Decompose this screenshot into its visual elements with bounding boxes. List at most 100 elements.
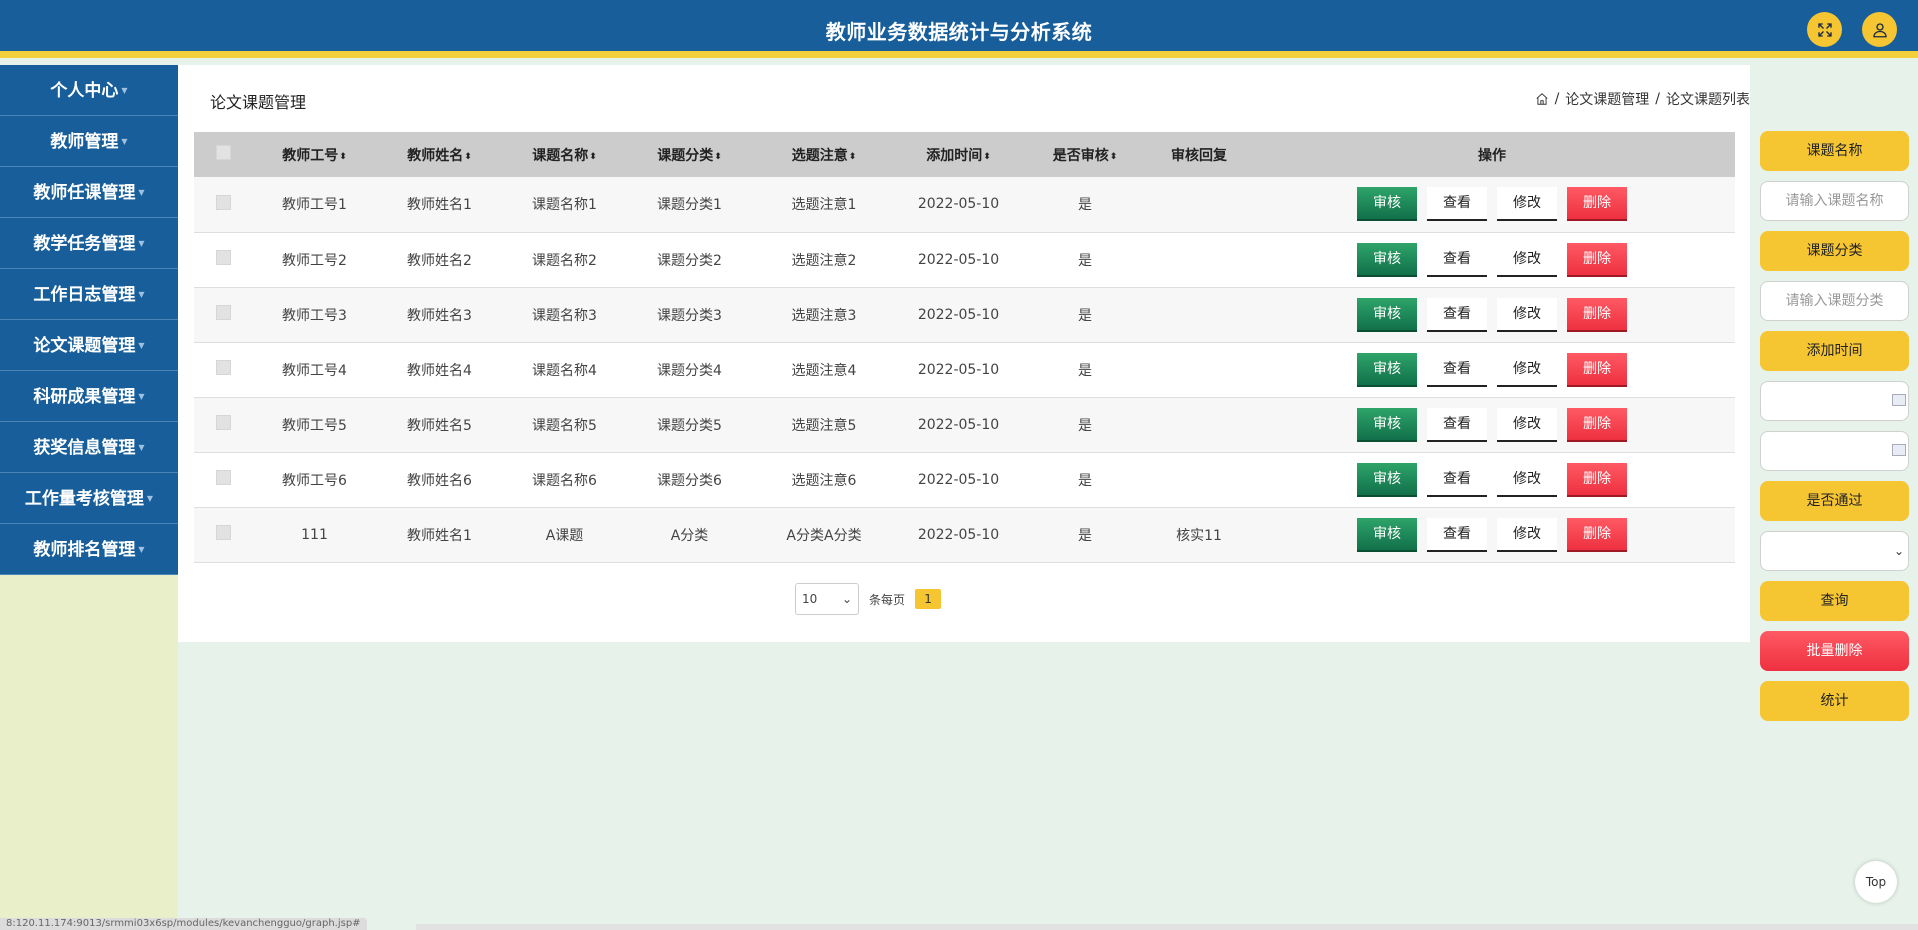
audit-button[interactable]: 审核 <box>1357 242 1417 277</box>
row-select-cell[interactable] <box>194 232 252 288</box>
row-actions: 审核 查看 修改 删除 <box>1249 507 1735 563</box>
edit-button[interactable]: 修改 <box>1497 462 1557 497</box>
sidebar-item-thesis-topic[interactable]: 论文课题管理 ▼ <box>0 320 178 371</box>
cell-note: 选题注意5 <box>752 397 896 453</box>
row-checkbox[interactable] <box>215 360 231 375</box>
page-title: 论文课题管理 <box>210 93 307 112</box>
sort-icon[interactable]: ⬍ <box>464 152 472 162</box>
page-size-select[interactable]: 10 ⌄ <box>795 583 859 615</box>
row-checkbox[interactable] <box>215 250 231 265</box>
col-label: 添加时间 <box>926 147 983 164</box>
sort-icon[interactable]: ⬍ <box>849 152 857 162</box>
cell-category: 课题分类3 <box>627 287 752 343</box>
row-checkbox[interactable] <box>215 415 231 430</box>
delete-button[interactable]: 删除 <box>1567 242 1627 277</box>
start-date-input[interactable] <box>1760 381 1909 421</box>
row-select-cell[interactable] <box>194 397 252 453</box>
sort-icon[interactable]: ⬍ <box>1110 152 1118 162</box>
delete-button[interactable]: 删除 <box>1567 517 1627 552</box>
cell-added: 2022-05-10 <box>896 287 1021 343</box>
row-select-cell[interactable] <box>194 507 252 563</box>
view-button[interactable]: 查看 <box>1427 407 1487 442</box>
sidebar-item-teacher[interactable]: 教师管理 ▼ <box>0 116 178 167</box>
pass-select[interactable]: ⌄ <box>1760 531 1909 571</box>
end-date-input[interactable] <box>1760 431 1909 471</box>
delete-button[interactable]: 删除 <box>1567 352 1627 387</box>
col-header[interactable]: 教师姓名⬍ <box>377 132 502 177</box>
sort-icon[interactable]: ⬍ <box>714 152 722 162</box>
sidebar-item-work-log[interactable]: 工作日志管理 ▼ <box>0 269 178 320</box>
sidebar-item-workload[interactable]: 工作量考核管理 ▼ <box>0 473 178 524</box>
home-icon[interactable] <box>1535 92 1549 106</box>
sidebar-item-research[interactable]: 科研成果管理 ▼ <box>0 371 178 422</box>
sort-icon[interactable]: ⬍ <box>589 152 597 162</box>
page-number[interactable]: 1 <box>915 589 942 609</box>
view-button[interactable]: 查看 <box>1427 242 1487 277</box>
view-button[interactable]: 查看 <box>1427 462 1487 497</box>
category-input[interactable]: 请输入课题分类 <box>1760 281 1909 321</box>
view-button[interactable]: 查看 <box>1427 517 1487 552</box>
sidebar-item-ranking[interactable]: 教师排名管理 ▼ <box>0 524 178 575</box>
sidebar-item-awards[interactable]: 获奖信息管理 ▼ <box>0 422 178 473</box>
row-select-cell[interactable] <box>194 452 252 508</box>
edit-button[interactable]: 修改 <box>1497 517 1557 552</box>
delete-button[interactable]: 删除 <box>1567 462 1627 497</box>
horizontal-scrollbar[interactable] <box>416 924 1918 930</box>
audit-button[interactable]: 审核 <box>1357 407 1417 442</box>
chevron-down-icon: ▼ <box>138 341 145 350</box>
col-label: 课题名称 <box>532 147 589 164</box>
edit-button[interactable]: 修改 <box>1497 352 1557 387</box>
row-select-cell[interactable] <box>194 177 252 233</box>
row-select-cell[interactable] <box>194 287 252 343</box>
select-all-checkbox[interactable] <box>215 145 231 160</box>
edit-button[interactable]: 修改 <box>1497 187 1557 222</box>
delete-button[interactable]: 删除 <box>1567 297 1627 332</box>
audit-button[interactable]: 审核 <box>1357 517 1417 552</box>
audit-button[interactable]: 审核 <box>1357 462 1417 497</box>
edit-button[interactable]: 修改 <box>1497 297 1557 332</box>
audit-button[interactable]: 审核 <box>1357 297 1417 332</box>
row-checkbox[interactable] <box>215 525 231 540</box>
sidebar-item-teaching-course[interactable]: 教师任课管理 ▼ <box>0 167 178 218</box>
chevron-down-icon: ⌄ <box>1893 544 1904 558</box>
topic-input[interactable]: 请输入课题名称 <box>1760 181 1909 221</box>
view-button[interactable]: 查看 <box>1427 297 1487 332</box>
col-header[interactable]: 教师工号⬍ <box>252 132 377 177</box>
row-actions: 审核 查看 修改 删除 <box>1249 342 1735 398</box>
back-to-top-button[interactable]: Top <box>1855 861 1897 903</box>
sidebar-item-teaching-task[interactable]: 教学任务管理 ▼ <box>0 218 178 269</box>
col-header[interactable]: 课题名称⬍ <box>502 132 627 177</box>
calendar-icon[interactable] <box>1892 394 1906 406</box>
calendar-icon[interactable] <box>1892 444 1906 456</box>
cell-note: A分类A分类 <box>752 507 896 563</box>
sort-icon[interactable]: ⬍ <box>339 152 347 162</box>
col-header[interactable]: 添加时间⬍ <box>896 132 1021 177</box>
col-header[interactable]: 选题注意⬍ <box>752 132 896 177</box>
delete-button[interactable]: 删除 <box>1567 187 1627 222</box>
row-checkbox[interactable] <box>215 470 231 485</box>
audit-button[interactable]: 审核 <box>1357 352 1417 387</box>
breadcrumb-item[interactable]: 论文课题管理 <box>1565 89 1649 109</box>
stats-button[interactable]: 统计 <box>1760 681 1909 721</box>
user-button[interactable] <box>1862 12 1897 47</box>
query-button[interactable]: 查询 <box>1760 581 1909 621</box>
col-header[interactable]: 课题分类⬍ <box>627 132 752 177</box>
select-all-cell[interactable] <box>194 132 252 177</box>
row-select-cell[interactable] <box>194 342 252 398</box>
view-button[interactable]: 查看 <box>1427 352 1487 387</box>
audit-button[interactable]: 审核 <box>1357 187 1417 222</box>
fullscreen-button[interactable] <box>1807 12 1842 47</box>
per-page-label: 条每页 <box>869 592 906 607</box>
edit-button[interactable]: 修改 <box>1497 407 1557 442</box>
sidebar-item-personal-center[interactable]: 个人中心 ▼ <box>0 65 178 116</box>
edit-button[interactable]: 修改 <box>1497 242 1557 277</box>
col-header[interactable]: 是否审核⬍ <box>1021 132 1149 177</box>
row-checkbox[interactable] <box>215 305 231 320</box>
row-checkbox[interactable] <box>215 194 231 210</box>
view-button[interactable]: 查看 <box>1427 187 1487 222</box>
sidebar-item-label: 科研成果管理 <box>33 387 136 407</box>
sort-icon[interactable]: ⬍ <box>983 152 991 162</box>
chevron-down-icon: ▼ <box>138 239 145 248</box>
batch-delete-button[interactable]: 批量删除 <box>1760 631 1909 671</box>
delete-button[interactable]: 删除 <box>1567 407 1627 442</box>
